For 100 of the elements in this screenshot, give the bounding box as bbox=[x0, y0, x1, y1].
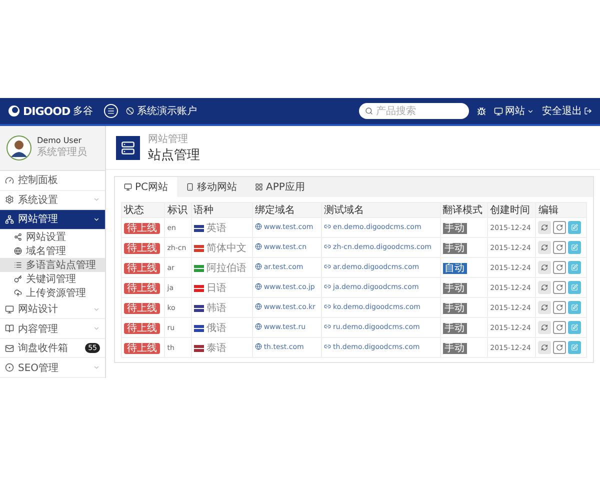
refresh-icon bbox=[541, 324, 548, 331]
column-header: 编辑 bbox=[536, 202, 586, 218]
avatar bbox=[6, 134, 32, 161]
language-text: 阿拉伯语 bbox=[206, 262, 247, 274]
sidebar-subitem[interactable]: 域名管理 bbox=[0, 244, 105, 258]
menu-button[interactable] bbox=[104, 104, 118, 118]
rotate-button[interactable] bbox=[553, 341, 566, 354]
chevron-icon bbox=[93, 306, 100, 312]
logout-link[interactable]: 安全退出 bbox=[542, 104, 592, 118]
flag-icon bbox=[194, 285, 204, 292]
monitor-icon bbox=[5, 304, 14, 314]
edit-icon bbox=[571, 224, 578, 231]
rotate-icon bbox=[556, 324, 564, 331]
refresh-button[interactable] bbox=[538, 341, 552, 354]
column-header: 标识 bbox=[164, 202, 192, 218]
key-icon bbox=[14, 274, 22, 283]
column-header: 语种 bbox=[191, 202, 252, 218]
sidebar-subitem[interactable]: 关键词管理 bbox=[0, 272, 105, 286]
tab[interactable]: APP应用 bbox=[246, 177, 314, 197]
account-link[interactable]: 系统演示账户 bbox=[126, 104, 197, 118]
logout-icon bbox=[584, 107, 592, 115]
language-text: 俄语 bbox=[206, 322, 227, 334]
refresh-button[interactable] bbox=[538, 321, 552, 334]
status-label: 待上线 bbox=[124, 242, 160, 254]
edit-icon bbox=[571, 244, 578, 251]
book-icon bbox=[5, 324, 14, 334]
menu-icon bbox=[107, 107, 115, 115]
column-header: 测试域名 bbox=[322, 202, 440, 218]
edit-icon bbox=[571, 304, 578, 311]
globe-icon bbox=[254, 263, 262, 270]
sidebar-subitem[interactable]: 多语言站点管理 bbox=[0, 258, 105, 272]
mail-icon bbox=[5, 344, 14, 353]
column-header: 绑定域名 bbox=[252, 202, 322, 218]
mode-label: 手动 bbox=[442, 342, 467, 354]
sidebar-subitem[interactable]: 网站设置 bbox=[0, 230, 105, 244]
edit-icon bbox=[571, 284, 578, 291]
status-label: 待上线 bbox=[124, 282, 160, 294]
refresh-icon bbox=[541, 344, 548, 351]
mode-label: 手动 bbox=[442, 222, 467, 234]
cloud-upload-icon bbox=[14, 288, 22, 297]
refresh-button[interactable] bbox=[538, 221, 552, 234]
phone-icon bbox=[186, 183, 194, 191]
ban-icon bbox=[126, 107, 134, 115]
rotate-button[interactable] bbox=[553, 321, 566, 334]
mode-label: 手动 bbox=[442, 242, 467, 254]
mode-label: 手动 bbox=[442, 322, 467, 334]
link-icon bbox=[324, 343, 332, 350]
globe-icon bbox=[254, 303, 262, 310]
link-icon bbox=[324, 323, 332, 330]
monitor-icon bbox=[124, 183, 132, 191]
edit-icon bbox=[571, 264, 578, 271]
rotate-icon bbox=[556, 244, 564, 251]
sidebar-item[interactable]: 网站设计 bbox=[0, 300, 105, 320]
logo-text: DIGOOD bbox=[23, 104, 70, 118]
globe-icon bbox=[254, 323, 262, 330]
logo-subtitle: 多谷 bbox=[73, 105, 94, 118]
edit-icon bbox=[571, 344, 578, 351]
status-label: 待上线 bbox=[124, 342, 160, 354]
tab[interactable]: 移动网站 bbox=[177, 177, 246, 197]
site-menu[interactable]: 网站 bbox=[494, 104, 534, 118]
rotate-button[interactable] bbox=[553, 301, 566, 314]
globe-icon bbox=[254, 243, 262, 250]
flag-icon bbox=[194, 325, 204, 332]
flag-icon bbox=[194, 245, 204, 252]
target-icon bbox=[5, 363, 14, 372]
globe-icon bbox=[254, 223, 262, 230]
sidebar-item[interactable]: 网站管理 bbox=[0, 210, 105, 230]
logo-icon bbox=[8, 105, 20, 117]
sidebar-item[interactable]: 控制面板 bbox=[0, 170, 105, 191]
user-name: Demo User bbox=[37, 136, 83, 146]
link-icon bbox=[324, 303, 332, 310]
chevron-icon bbox=[93, 325, 100, 332]
rotate-icon bbox=[556, 224, 564, 231]
rotate-button[interactable] bbox=[553, 241, 566, 254]
column-header: 翻译模式 bbox=[440, 202, 488, 218]
link-icon bbox=[324, 263, 332, 270]
monitor-icon bbox=[494, 106, 503, 116]
rotate-button[interactable] bbox=[553, 261, 566, 274]
user-role: 系统管理员 bbox=[37, 146, 87, 160]
language-text: 日语 bbox=[206, 282, 227, 294]
share-icon bbox=[14, 232, 22, 241]
rotate-button[interactable] bbox=[553, 281, 566, 294]
refresh-icon bbox=[541, 284, 548, 291]
rotate-icon bbox=[556, 264, 564, 271]
tab[interactable]: PC网站 bbox=[115, 177, 178, 197]
refresh-button[interactable] bbox=[538, 281, 552, 294]
server-icon bbox=[116, 136, 140, 160]
refresh-button[interactable] bbox=[538, 241, 552, 254]
refresh-button[interactable] bbox=[538, 301, 552, 314]
sidebar-subitem[interactable]: 上传资源管理 bbox=[0, 286, 105, 300]
rotate-button[interactable] bbox=[553, 221, 566, 234]
search-field[interactable]: 产品搜索 bbox=[359, 103, 469, 119]
flag-icon bbox=[194, 345, 204, 352]
sidebar-item[interactable]: SEO管理 bbox=[0, 358, 105, 378]
sidebar-item[interactable]: 内容管理 bbox=[0, 319, 105, 339]
chevron-icon bbox=[93, 364, 100, 372]
mode-label: 手动 bbox=[442, 282, 467, 294]
refresh-button[interactable] bbox=[538, 261, 552, 274]
list-icon bbox=[14, 260, 22, 269]
bug-icon[interactable] bbox=[477, 106, 486, 116]
